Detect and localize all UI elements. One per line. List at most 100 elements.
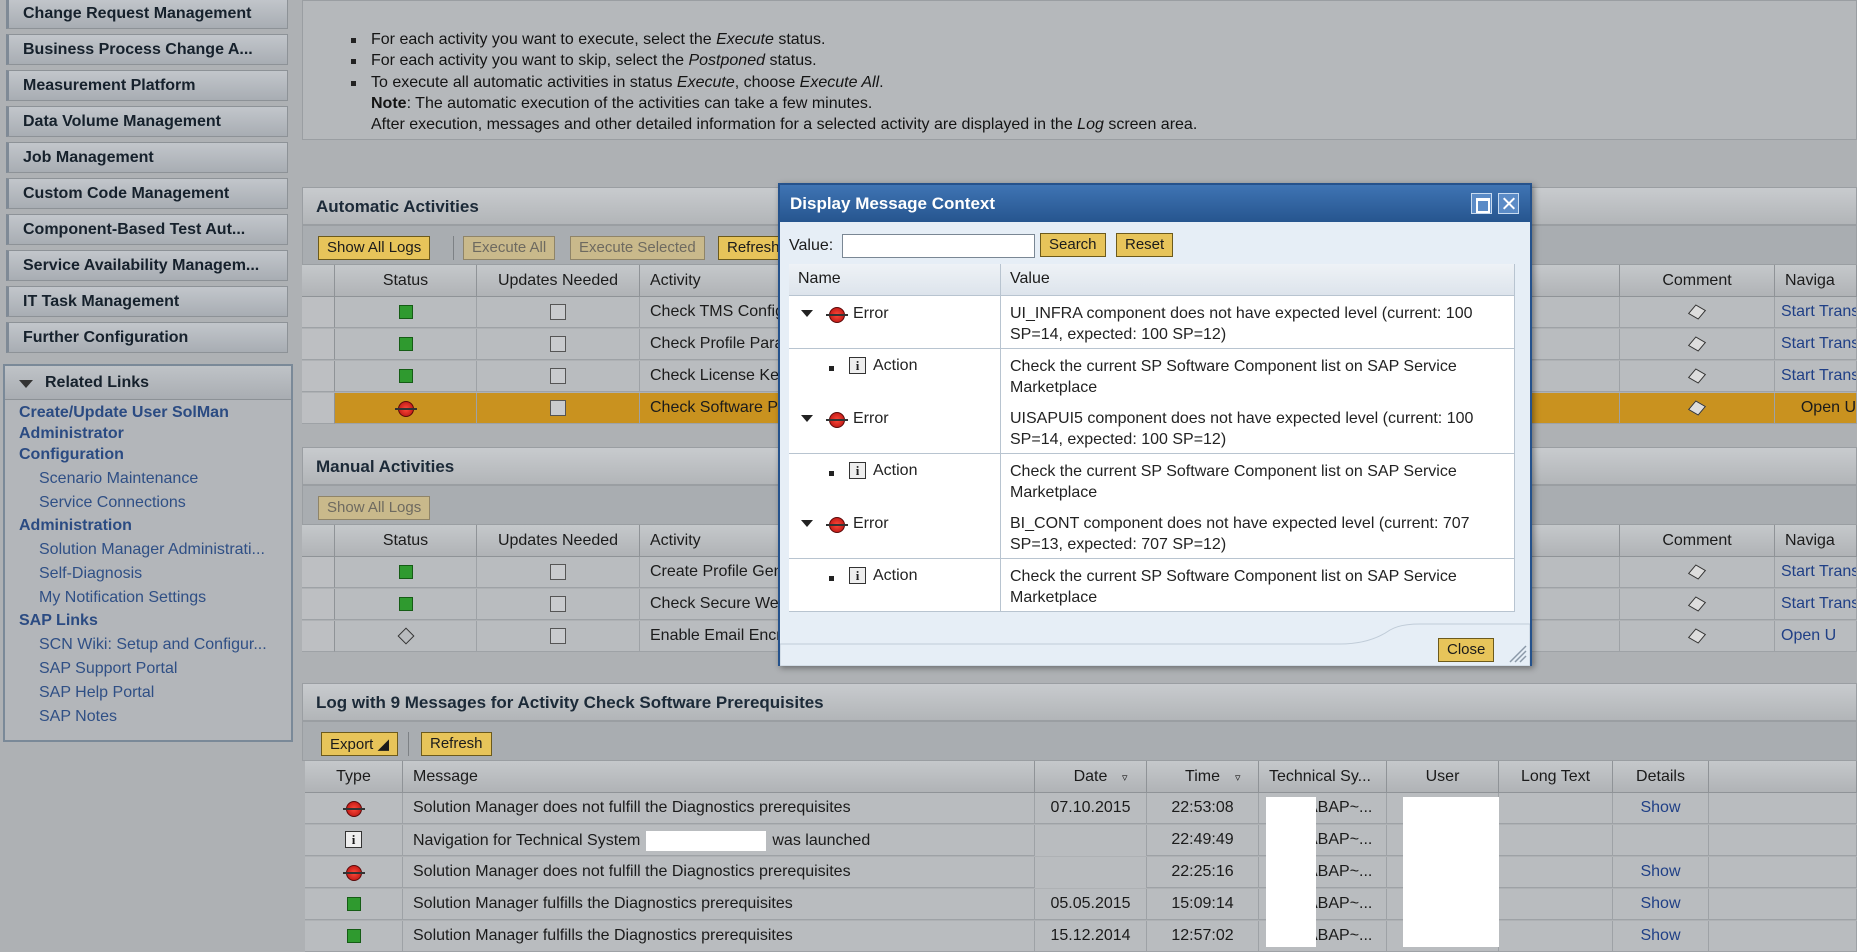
comment-icon[interactable] [1687, 564, 1707, 580]
message-name-cell[interactable]: Error [789, 506, 1001, 559]
dialog-close-button[interactable]: Close [1438, 638, 1495, 662]
column-header-comment[interactable]: Comment [1620, 525, 1775, 557]
navigation-link[interactable]: Open U [1775, 621, 1857, 652]
comment-icon[interactable] [1687, 400, 1707, 416]
column-header-updates[interactable]: Updates Needed [477, 265, 640, 297]
related-links-header[interactable]: Related Links [5, 366, 291, 400]
comment-icon[interactable] [1687, 336, 1707, 352]
updates-needed-checkbox[interactable] [550, 304, 566, 320]
value-input[interactable] [842, 234, 1035, 258]
related-link[interactable]: Solution Manager Administrati... [39, 541, 265, 559]
nav-item[interactable]: Service Availability Managem... [6, 250, 288, 281]
comment-icon[interactable] [1687, 304, 1707, 320]
nav-item[interactable]: Job Management [6, 142, 288, 173]
filter-icon[interactable]: ▿ [1235, 771, 1241, 784]
updates-needed-checkbox[interactable] [550, 564, 566, 580]
related-link[interactable]: Create/Update User SolMan [19, 404, 229, 422]
related-link[interactable]: Service Connections [39, 494, 186, 512]
row-selector[interactable] [302, 621, 335, 652]
column-header-navigation[interactable]: Naviga [1775, 525, 1857, 557]
details-link[interactable]: Show [1613, 889, 1709, 920]
reset-button[interactable]: Reset [1116, 233, 1174, 257]
updates-needed-checkbox[interactable] [550, 336, 566, 352]
nav-item[interactable]: Change Request Management [6, 0, 288, 29]
search-button[interactable]: Search [1040, 233, 1106, 257]
column-header-type[interactable]: Type [305, 761, 403, 793]
close-icon[interactable] [1498, 193, 1519, 214]
details-link[interactable] [1613, 825, 1709, 856]
details-link[interactable]: Show [1613, 857, 1709, 888]
related-link[interactable]: SAP Support Portal [39, 660, 177, 678]
row-selector[interactable] [302, 589, 335, 620]
column-header-long[interactable]: Long Text [1499, 761, 1613, 793]
collapse-triangle-icon[interactable] [19, 380, 33, 388]
expand-triangle-icon[interactable] [801, 520, 813, 527]
row-selector[interactable] [302, 297, 335, 328]
updates-needed-checkbox[interactable] [550, 400, 566, 416]
comment-icon[interactable] [1687, 628, 1707, 644]
nav-item[interactable]: Custom Code Management [6, 178, 288, 209]
column-header-status[interactable]: Status [335, 265, 477, 297]
column-header-tech[interactable]: Technical Sy... [1259, 761, 1387, 793]
message-name-cell[interactable]: i Action [789, 348, 1001, 402]
maximize-icon[interactable] [1471, 193, 1492, 214]
manual-show-all-logs-button[interactable]: Show All Logs [318, 496, 431, 520]
column-header-status[interactable]: Status [335, 525, 477, 557]
column-header-comment[interactable]: Comment [1620, 265, 1775, 297]
select-all-header[interactable] [302, 265, 335, 297]
export-button[interactable]: Export ◢ [321, 732, 399, 756]
nav-item[interactable]: Business Process Change A... [6, 34, 288, 65]
expand-triangle-icon[interactable] [801, 415, 813, 422]
nav-item[interactable]: IT Task Management [6, 286, 288, 317]
execute-all-button[interactable]: Execute All [463, 236, 556, 260]
related-link[interactable]: SAP Help Portal [39, 684, 154, 702]
column-header-name[interactable]: Name [789, 264, 1001, 296]
row-selector[interactable] [302, 361, 335, 392]
message-name-cell[interactable]: Error [789, 401, 1001, 454]
row-selector[interactable] [302, 557, 335, 588]
updates-needed-checkbox[interactable] [550, 368, 566, 384]
column-header-date[interactable]: Date [1035, 761, 1147, 793]
navigation-link[interactable]: Start Trans [1775, 329, 1857, 360]
navigation-link[interactable]: Start Trans [1775, 361, 1857, 392]
related-link[interactable]: Self-Diagnosis [39, 565, 142, 583]
updates-needed-checkbox[interactable] [550, 628, 566, 644]
comment-icon[interactable] [1687, 368, 1707, 384]
navigation-link[interactable]: Start Trans [1775, 297, 1857, 328]
details-link[interactable]: Show [1613, 793, 1709, 824]
filter-icon[interactable]: ▿ [1122, 771, 1128, 784]
dialog-title-bar[interactable]: Display Message Context [780, 185, 1530, 222]
related-link[interactable]: Administrator [19, 425, 124, 443]
nav-item[interactable]: Measurement Platform [6, 70, 288, 101]
related-link[interactable]: SAP Notes [39, 708, 117, 726]
message-name-cell[interactable]: i Action [789, 453, 1001, 507]
select-all-header[interactable] [302, 525, 335, 557]
nav-item[interactable]: Data Volume Management [6, 106, 288, 137]
expand-triangle-icon[interactable] [801, 310, 813, 317]
resize-grip-icon[interactable] [1506, 642, 1528, 664]
related-link[interactable]: Configuration [19, 446, 124, 464]
column-header-message[interactable]: Message [403, 761, 1035, 793]
column-header-value[interactable]: Value [1001, 264, 1515, 296]
related-link[interactable]: Administration [19, 517, 132, 535]
column-header-updates[interactable]: Updates Needed [477, 525, 640, 557]
show-all-logs-button[interactable]: Show All Logs [318, 236, 431, 260]
navigation-link[interactable]: Start Trans [1775, 557, 1857, 588]
navigation-link[interactable]: Start Trans [1775, 589, 1857, 620]
column-header-details[interactable]: Details [1613, 761, 1709, 793]
message-name-cell[interactable]: Error [789, 296, 1001, 349]
navigation-link[interactable]: Open U [1775, 393, 1857, 424]
details-link[interactable]: Show [1613, 921, 1709, 952]
message-name-cell[interactable]: i Action [789, 558, 1001, 612]
column-header-time[interactable]: Time [1147, 761, 1259, 793]
related-link[interactable]: SAP Links [19, 612, 98, 630]
related-link[interactable]: My Notification Settings [39, 589, 206, 607]
nav-item[interactable]: Component-Based Test Aut... [6, 214, 288, 245]
column-header-user[interactable]: User [1387, 761, 1499, 793]
comment-icon[interactable] [1687, 596, 1707, 612]
log-refresh-button[interactable]: Refresh [421, 732, 492, 756]
nav-item[interactable]: Further Configuration [6, 322, 288, 353]
updates-needed-checkbox[interactable] [550, 596, 566, 612]
row-selector[interactable] [302, 329, 335, 360]
execute-selected-button[interactable]: Execute Selected [570, 236, 705, 260]
